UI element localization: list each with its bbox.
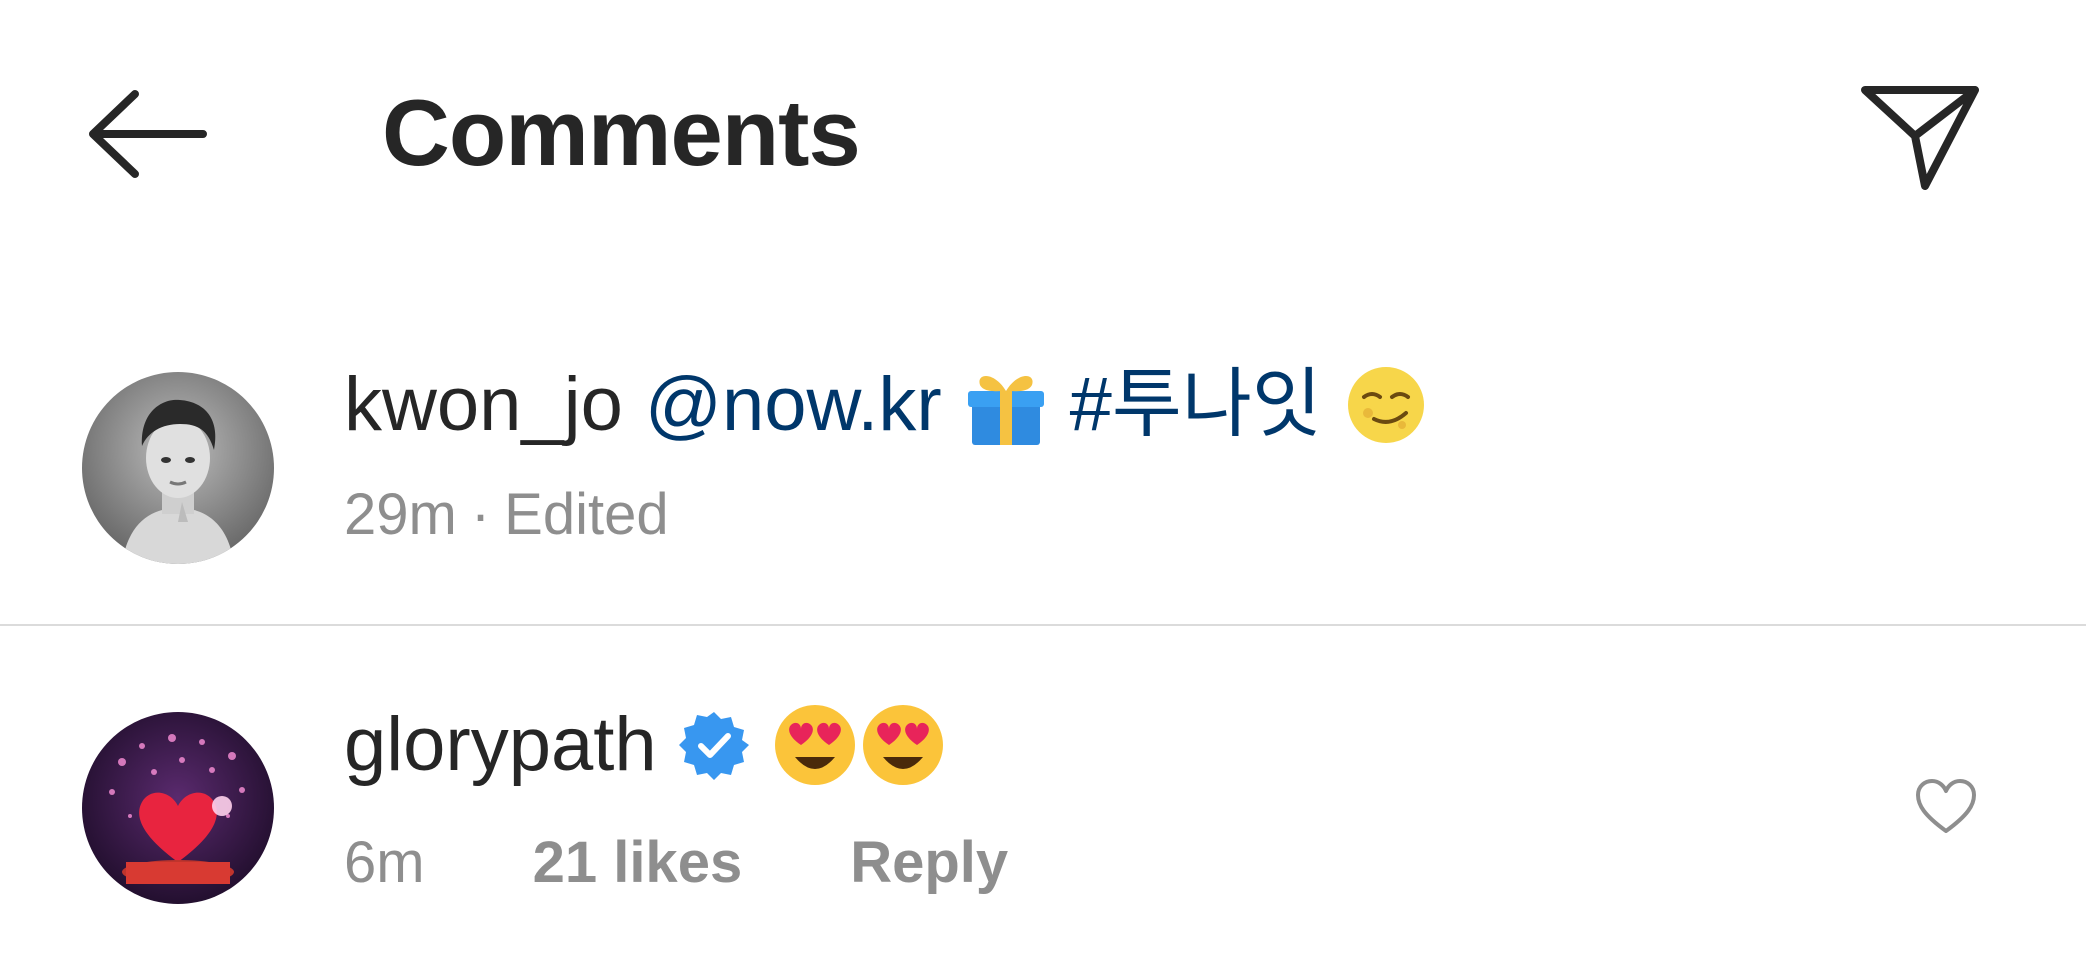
back-button[interactable] xyxy=(80,84,210,184)
heart-eyes-emoji-icon xyxy=(862,705,943,785)
caption-avatar[interactable] xyxy=(82,372,274,564)
caption-meta: 29m · Edited xyxy=(344,480,669,550)
comment-username[interactable]: glorypath xyxy=(344,700,657,790)
comment-time: 6m xyxy=(344,830,425,895)
caption-username[interactable]: kwon_jo xyxy=(344,360,623,450)
heart-outline-icon xyxy=(1916,779,1976,833)
comment-item: glorypath 6m 21 likes Reply xyxy=(0,700,2086,920)
divider xyxy=(0,624,2086,626)
verified-badge-icon xyxy=(678,712,749,780)
caption-hashtag[interactable]: #투나잇 xyxy=(1070,360,1322,450)
comment-likes[interactable]: 21 likes xyxy=(533,828,743,898)
caption-time: 29m xyxy=(344,482,457,547)
comment-avatar[interactable] xyxy=(82,712,274,904)
comments-header: Comments xyxy=(0,0,2086,270)
paper-plane-icon xyxy=(1861,86,1979,190)
gift-emoji-icon xyxy=(967,375,1044,445)
share-button[interactable] xyxy=(1856,78,1986,198)
arrow-left-icon xyxy=(89,90,207,178)
caption-text: kwon_jo @now.kr #투나잇 xyxy=(344,360,1428,450)
smirk-emoji-icon xyxy=(1347,367,1424,443)
page-title: Comments xyxy=(382,80,861,185)
caption-mention[interactable]: @now.kr xyxy=(645,360,942,450)
like-button[interactable] xyxy=(1906,766,1986,846)
caption-separator: · xyxy=(470,482,491,547)
heart-eyes-emoji-icon xyxy=(774,705,855,785)
reply-button[interactable]: Reply xyxy=(850,828,1008,898)
caption-edited: Edited xyxy=(504,482,669,547)
comment-text: glorypath xyxy=(344,700,947,790)
comment-meta: 6m 21 likes Reply xyxy=(344,828,1008,898)
post-caption: kwon_jo @now.kr #투나잇 29m · Edited xyxy=(0,360,2086,580)
